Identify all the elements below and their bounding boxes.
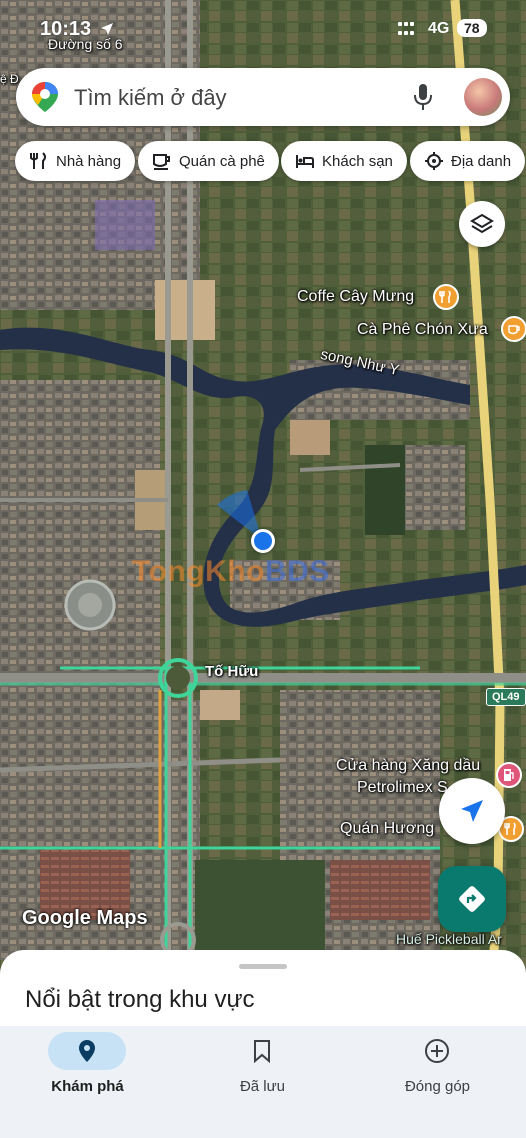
- chip-landmarks[interactable]: Địa danh: [410, 141, 526, 181]
- status-time: 10:13: [40, 18, 92, 40]
- landmark-icon: [425, 152, 443, 170]
- coffee-icon: [153, 154, 170, 170]
- nav-contribute-pill: [398, 1032, 476, 1070]
- layers-button[interactable]: [459, 201, 505, 247]
- watermark: TongKhoBDS: [132, 555, 330, 588]
- sheet-drag-handle[interactable]: [239, 964, 287, 969]
- map-label-coffee-2[interactable]: Cà Phê Chón Xưa: [357, 321, 488, 339]
- coffee-cup-pin-icon[interactable]: [501, 316, 526, 342]
- location-arrow-icon: [101, 23, 113, 35]
- nav-explore-label: Khám phá: [51, 1078, 124, 1095]
- network-type: 4G: [428, 20, 450, 37]
- google-maps-pin-icon: [32, 82, 58, 112]
- avatar[interactable]: [464, 78, 502, 116]
- current-location-dot: [251, 529, 275, 553]
- add-circle-icon: [425, 1039, 449, 1063]
- status-bar: 10:13 4G 78: [0, 0, 526, 56]
- nav-saved-label: Đã lưu: [239, 1078, 286, 1095]
- navigation-arrow-icon: [461, 800, 483, 822]
- explore-pin-icon: [79, 1040, 95, 1062]
- chip-restaurants[interactable]: Nhà hàng: [15, 141, 136, 181]
- mic-icon[interactable]: [412, 82, 434, 112]
- map-label-road: Tố Hữu: [205, 663, 259, 680]
- map-label-gas-station-line2[interactable]: Petrolimex S: [357, 779, 448, 797]
- signal-dots-icon: [398, 22, 416, 38]
- battery-level: 78: [457, 19, 487, 37]
- map-label-edge: ệ Đ: [0, 72, 19, 86]
- directions-button[interactable]: [438, 866, 506, 932]
- nav-saved-pill: [223, 1032, 301, 1070]
- bottom-navigation: Khám phá Đã lưu Đóng góp: [0, 1026, 526, 1138]
- map-label-coffee-1[interactable]: Coffe Cây Mưng: [297, 288, 414, 306]
- nav-contribute-label: Đóng góp: [404, 1078, 471, 1095]
- route-shield: QL49: [486, 688, 526, 706]
- bottom-sheet[interactable]: Nổi bật trong khu vực: [0, 950, 526, 1030]
- nav-explore-pill: [48, 1032, 126, 1070]
- layers-icon: [470, 213, 494, 234]
- sheet-title: Nổi bật trong khu vực: [25, 986, 255, 1013]
- chip-label: Khách sạn: [322, 152, 393, 170]
- chip-hotels[interactable]: Khách sạn: [281, 141, 407, 181]
- chip-label: Địa danh: [451, 152, 512, 170]
- my-location-button[interactable]: [439, 778, 505, 844]
- bookmark-icon: [254, 1040, 270, 1063]
- directions-icon: [459, 886, 485, 912]
- chip-label: Nhà hàng: [56, 152, 122, 170]
- nav-contribute[interactable]: Đóng góp: [350, 1026, 525, 1138]
- restaurant-icon: [30, 152, 46, 169]
- map-label-restaurant[interactable]: Quán Hương: [340, 820, 434, 838]
- nav-saved[interactable]: Đã lưu: [175, 1026, 350, 1138]
- map-label-pickleball[interactable]: Huế Pickleball Ar: [396, 931, 502, 947]
- search-input[interactable]: Tìm kiếm ở đây: [74, 85, 227, 111]
- nav-explore[interactable]: Khám phá: [0, 1026, 175, 1138]
- chip-coffee[interactable]: Quán cà phê: [138, 141, 279, 181]
- chip-label: Quán cà phê: [179, 152, 265, 170]
- location-heading-cone: [217, 490, 262, 540]
- hotel-icon: [296, 155, 314, 168]
- google-maps-logo: Google Maps: [22, 907, 148, 929]
- map-label-gas-station[interactable]: Cửa hàng Xăng dầu: [336, 757, 480, 775]
- search-bar[interactable]: Tìm kiếm ở đây: [16, 68, 510, 126]
- coffee-pin-icon[interactable]: [433, 284, 459, 310]
- gas-station-pin-icon[interactable]: [496, 762, 522, 788]
